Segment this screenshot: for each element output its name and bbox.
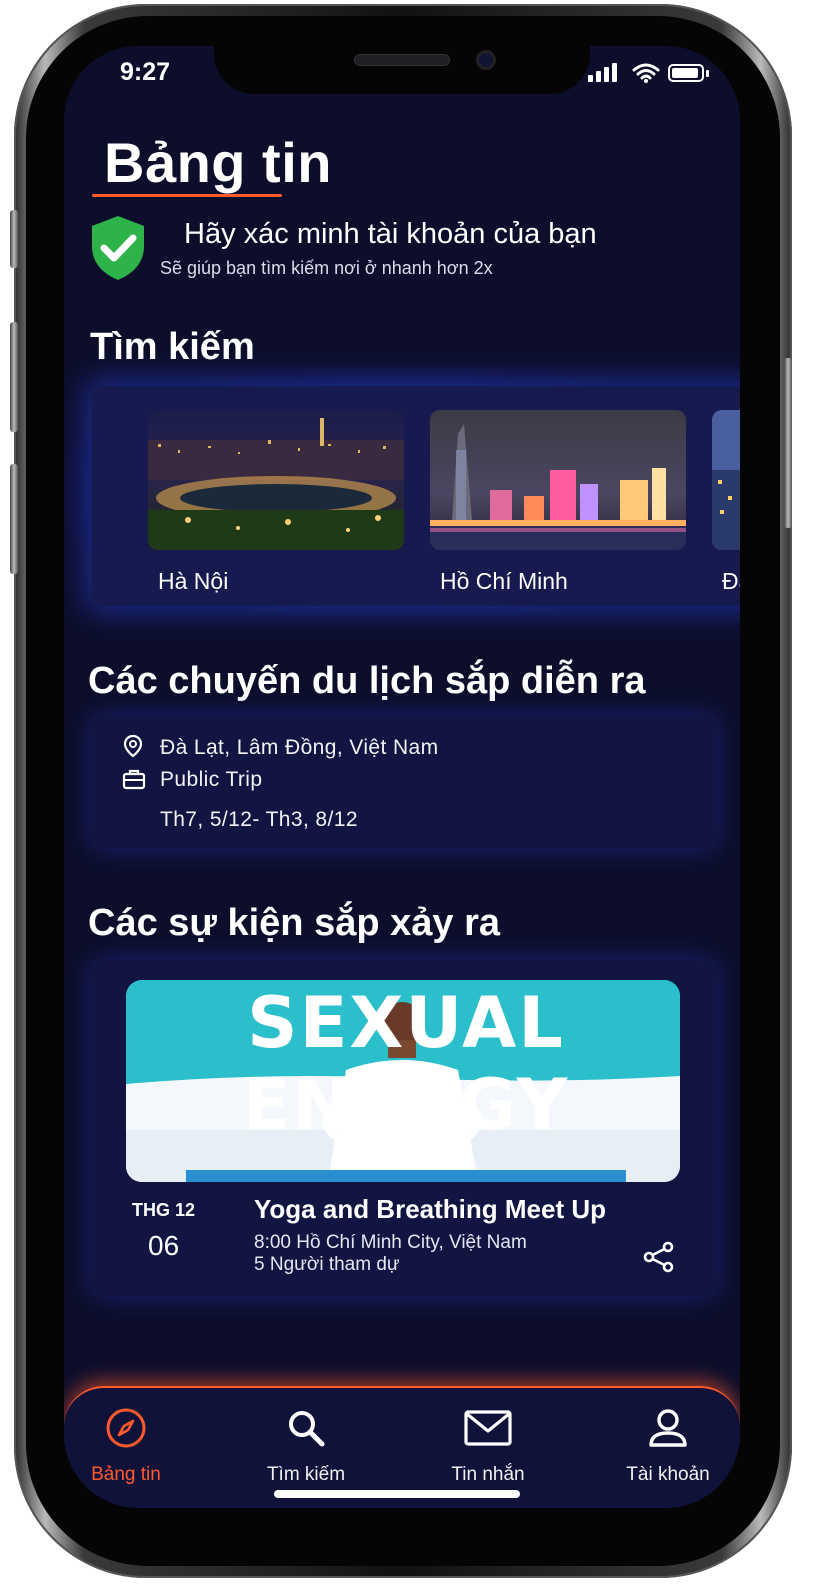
event-month: THG 12 <box>132 1200 196 1220</box>
side-button-volume-down <box>10 464 18 574</box>
city-name: Đà <box>722 568 740 594</box>
city-image-hcm <box>430 410 686 550</box>
events-section-title: Các sự kiện sắp xảy ra <box>88 902 500 944</box>
briefcase-icon <box>122 769 146 790</box>
side-button-mute <box>10 210 18 268</box>
city-card-hcm[interactable]: Hồ Chí Minh <box>430 410 686 595</box>
home-indicator[interactable] <box>274 1490 520 1498</box>
verified-shield-icon[interactable] <box>90 214 146 282</box>
tab-tim-kiem[interactable]: Tìm kiếm <box>236 1406 376 1486</box>
city-image-hanoi <box>148 410 404 550</box>
search-section-title: Tìm kiếm <box>90 326 255 368</box>
tab-bang-tin[interactable]: Bảng tin <box>64 1406 196 1486</box>
event-image-text: SEXUAL ENERGY <box>242 982 570 1146</box>
speaker-grille <box>354 54 450 66</box>
tab-label: Tin nhắn <box>451 1464 525 1485</box>
side-button-volume-up <box>10 322 18 432</box>
wifi-icon <box>632 63 660 83</box>
event-attendees: 5 Người tham dự <box>254 1254 400 1275</box>
user-icon <box>598 1406 738 1450</box>
verify-subtitle: Sẽ giúp bạn tìm kiếm nơi ở nhanh hơn 2x <box>160 258 493 278</box>
title-underline <box>92 194 282 197</box>
tab-label: Tài khoản <box>626 1464 710 1485</box>
tab-tai-khoan[interactable]: Tài khoản <box>598 1406 738 1486</box>
city-carousel[interactable]: Hà Nội Hồ Chí Minh Đ <box>92 386 740 606</box>
signal-icon <box>588 75 593 82</box>
tab-tin-nhan[interactable]: Tin nhắn <box>418 1406 558 1486</box>
status-time: 9:27 <box>120 58 171 86</box>
notch <box>214 46 590 94</box>
front-camera <box>476 50 496 70</box>
city-name: Hà Nội <box>158 568 229 594</box>
compass-icon <box>64 1406 196 1450</box>
page-title: Bảng tin <box>104 131 332 194</box>
share-icon[interactable] <box>642 1240 676 1274</box>
side-button-power <box>784 358 792 528</box>
event-location: 8:00 Hồ Chí Minh City, Việt Nam <box>254 1232 527 1253</box>
trip-card[interactable]: Đà Lạt, Lâm Đồng, Việt Nam Public Trip T… <box>92 716 716 848</box>
trip-dates: Th7, 5/12- Th3, 8/12 <box>160 808 358 831</box>
signal-bar <box>604 67 609 82</box>
app-screen: 9:27 Bảng tin Hãy xác minh tài khoản của… <box>64 46 740 1508</box>
city-card-hanoi[interactable]: Hà Nội <box>148 410 404 595</box>
city-name: Hồ Chí Minh <box>440 568 568 594</box>
battery-icon <box>668 64 704 82</box>
city-image-dalat <box>712 410 740 550</box>
tab-label: Bảng tin <box>91 1464 161 1485</box>
mail-icon <box>418 1406 558 1450</box>
status-icons <box>588 62 710 84</box>
signal-bar <box>612 63 617 82</box>
location-pin-icon <box>123 734 143 758</box>
city-card-dalat[interactable]: Đà <box>712 410 740 595</box>
event-card[interactable]: SEXUAL ENERGY THG 12 06 Yoga and Breathi… <box>92 960 716 1296</box>
event-image: SEXUAL ENERGY <box>126 980 680 1182</box>
tab-label: Tìm kiếm <box>266 1464 346 1485</box>
search-icon <box>236 1406 376 1450</box>
verify-title[interactable]: Hãy xác minh tài khoản của bạn <box>184 218 597 251</box>
event-day: 06 <box>148 1230 180 1261</box>
signal-bar <box>596 71 601 82</box>
trip-type: Public Trip <box>160 768 263 791</box>
trip-location: Đà Lạt, Lâm Đồng, Việt Nam <box>160 736 439 759</box>
trips-section-title: Các chuyến du lịch sắp diễn ra <box>88 660 646 702</box>
battery-tip <box>706 70 709 77</box>
event-title[interactable]: Yoga and Breathing Meet Up <box>254 1194 606 1225</box>
